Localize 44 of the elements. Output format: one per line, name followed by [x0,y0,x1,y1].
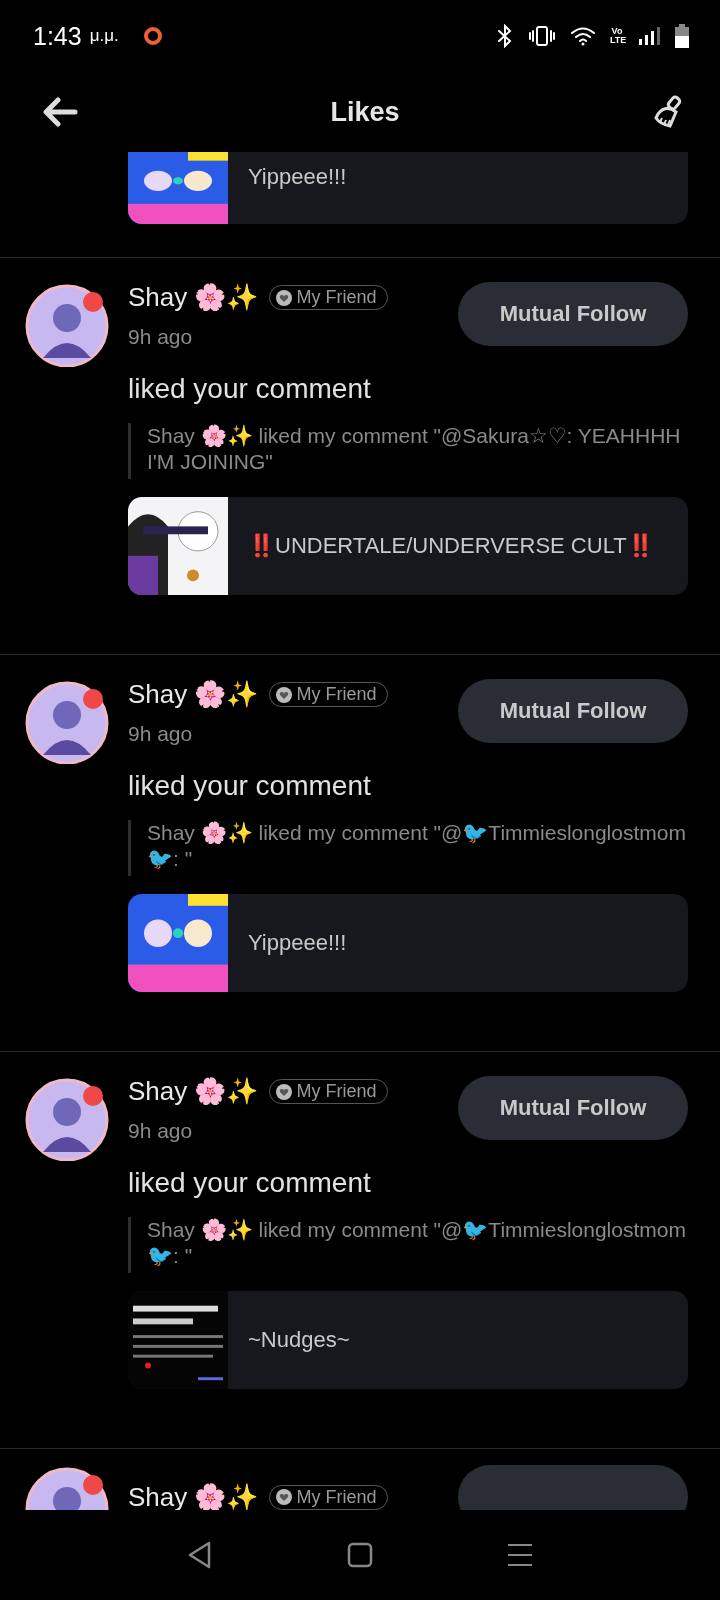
record-icon [142,26,163,46]
post-card[interactable]: Yippeee!!! [128,152,688,224]
signal-icon [638,26,660,46]
follow-button[interactable]: Mutual Follow [458,282,688,346]
activity-text: liked your comment [128,770,372,802]
avatar[interactable] [25,282,110,367]
wifi-icon [570,26,596,46]
post-title: ~Nudges~ [247,1327,351,1353]
post-title: ‼UNDERTALE/UNDERVERSE CULT‼ [247,533,655,559]
timestamp: 9h ago [128,325,194,349]
post-title: Yippeee!!! [247,930,348,956]
post-card[interactable]: ~Nudges~ [128,1291,688,1389]
vibrate-icon [528,25,556,47]
post-title: Yippeee!!! [247,164,348,190]
back-nav-button[interactable] [187,1541,213,1569]
timestamp: 9h ago [128,722,194,746]
comment-quote: Shay 🌸✨ liked my comment "@🐦Timmieslonglostmom🐦: " [128,1217,688,1273]
status-time-suffix: μ.μ. [89,26,119,46]
page-title: Likes [330,96,400,128]
post-card[interactable]: Yippeee!!! [128,894,688,992]
activity-text: liked your comment [128,373,372,405]
comment-quote: Shay 🌸✨ liked my comment "@🐦Timmieslonglostmom🐦: " [128,820,688,876]
user-name[interactable]: Shay 🌸✨ [128,679,259,710]
square-home-icon [347,1542,373,1568]
network-type: Vo LTE [610,27,624,45]
comment-quote: Shay 🌸✨ liked my comment "@Sakura☆♡: YEAHHHH I'M JOINING" [128,423,688,479]
triangle-back-icon [187,1541,213,1569]
menu-icon [507,1542,533,1568]
avatar[interactable] [25,1076,110,1161]
home-button[interactable] [347,1542,373,1568]
back-arrow-icon [42,97,78,127]
follow-button[interactable]: Mutual Follow [458,679,688,743]
battery-icon [674,24,690,48]
follow-button[interactable]: Mutual Follow [458,1076,688,1140]
avatar[interactable] [25,679,110,764]
status-time: 1:43 [33,21,82,51]
menu-button[interactable] [507,1542,533,1568]
activity-text: liked your comment [128,1167,372,1199]
user-name[interactable]: Shay 🌸✨ [128,1076,259,1107]
bluetooth-icon [496,24,514,48]
post-card[interactable]: ‼UNDERTALE/UNDERVERSE CULT‼ [128,497,688,595]
user-name[interactable]: Shay 🌸✨ [128,282,259,313]
timestamp: 9h ago [128,1119,194,1143]
back-button[interactable] [42,97,78,127]
